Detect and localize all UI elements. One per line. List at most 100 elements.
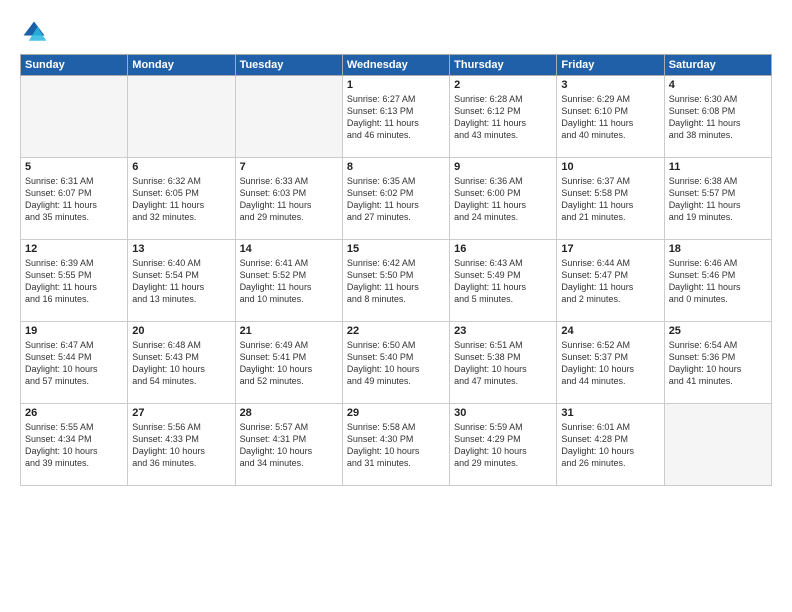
- cell-info: Sunrise: 6:29 AM Sunset: 6:10 PM Dayligh…: [561, 93, 659, 142]
- day-number: 12: [25, 243, 123, 255]
- cell-info: Sunrise: 6:38 AM Sunset: 5:57 PM Dayligh…: [669, 175, 767, 224]
- day-number: 10: [561, 161, 659, 173]
- calendar-cell: 30Sunrise: 5:59 AM Sunset: 4:29 PM Dayli…: [450, 404, 557, 486]
- day-number: 14: [240, 243, 338, 255]
- day-number: 11: [669, 161, 767, 173]
- cell-info: Sunrise: 6:35 AM Sunset: 6:02 PM Dayligh…: [347, 175, 445, 224]
- weekday-header-sunday: Sunday: [21, 55, 128, 76]
- calendar-cell: 19 Sunrise: 6:47 AM Sunset: 5:44 PM Dayli…: [21, 322, 128, 404]
- cell-info: Sunrise: 6:50 AM Sunset: 5:40 PM Dayligh…: [347, 339, 445, 388]
- cell-info: Sunrise: 5:59 AM Sunset: 4:29 PM Dayligh…: [454, 421, 552, 470]
- calendar-cell: 6 Sunrise: 6:32 AM Sunset: 6:05 PM Daylig…: [128, 158, 235, 240]
- day-number: 24: [561, 325, 659, 337]
- page: SundayMondayTuesdayWednesdayThursdayFrid…: [0, 0, 792, 612]
- calendar-cell: 23 Sunrise: 6:51 AM Sunset: 5:38 PM Dayli…: [450, 322, 557, 404]
- day-number: 23: [454, 325, 552, 337]
- weekday-header-monday: Monday: [128, 55, 235, 76]
- calendar-cell: 22 Sunrise: 6:50 AM Sunset: 5:40 PM Dayli…: [342, 322, 449, 404]
- calendar-cell: 20 Sunrise: 6:48 AM Sunset: 5:43 PM Dayli…: [128, 322, 235, 404]
- cell-info: Sunrise: 6:54 AM Sunset: 5:36 PM Dayligh…: [669, 339, 767, 388]
- cell-info: Sunrise: 6:39 AM Sunset: 5:55 PM Dayligh…: [25, 257, 123, 306]
- cell-info: Sunrise: 6:28 AM Sunset: 6:12 PM Dayligh…: [454, 93, 552, 142]
- cell-info: Sunrise: 6:33 AM Sunset: 6:03 PM Dayligh…: [240, 175, 338, 224]
- cell-info: Sunrise: 5:56 AM Sunset: 4:33 PM Dayligh…: [132, 421, 230, 470]
- day-number: 4: [669, 79, 767, 91]
- cell-info: Sunrise: 6:32 AM Sunset: 6:05 PM Dayligh…: [132, 175, 230, 224]
- calendar-cell: 1 Sunrise: 6:27 AM Sunset: 6:13 PM Daylig…: [342, 76, 449, 158]
- cell-info: Sunrise: 6:52 AM Sunset: 5:37 PM Dayligh…: [561, 339, 659, 388]
- calendar-cell: 25 Sunrise: 6:54 AM Sunset: 5:36 PM Dayli…: [664, 322, 771, 404]
- cell-info: Sunrise: 6:37 AM Sunset: 5:58 PM Dayligh…: [561, 175, 659, 224]
- cell-info: Sunrise: 6:48 AM Sunset: 5:43 PM Dayligh…: [132, 339, 230, 388]
- logo-icon: [20, 18, 48, 46]
- cell-info: Sunrise: 6:42 AM Sunset: 5:50 PM Dayligh…: [347, 257, 445, 306]
- calendar-cell: 11 Sunrise: 6:38 AM Sunset: 5:57 PM Dayli…: [664, 158, 771, 240]
- day-number: 27: [132, 407, 230, 419]
- calendar-cell: [21, 76, 128, 158]
- calendar-cell: 10 Sunrise: 6:37 AM Sunset: 5:58 PM Dayli…: [557, 158, 664, 240]
- calendar-table: SundayMondayTuesdayWednesdayThursdayFrid…: [20, 54, 772, 486]
- weekday-header-tuesday: Tuesday: [235, 55, 342, 76]
- week-row-0: 1 Sunrise: 6:27 AM Sunset: 6:13 PM Daylig…: [21, 76, 772, 158]
- cell-info: Sunrise: 6:51 AM Sunset: 5:38 PM Dayligh…: [454, 339, 552, 388]
- calendar-cell: 15 Sunrise: 6:42 AM Sunset: 5:50 PM Dayli…: [342, 240, 449, 322]
- week-row-3: 19 Sunrise: 6:47 AM Sunset: 5:44 PM Dayli…: [21, 322, 772, 404]
- header: [20, 18, 772, 46]
- calendar-cell: [235, 76, 342, 158]
- week-row-4: 26 Sunrise: 5:55 AM Sunset: 4:34 PM Dayli…: [21, 404, 772, 486]
- week-row-2: 12 Sunrise: 6:39 AM Sunset: 5:55 PM Dayli…: [21, 240, 772, 322]
- day-number: 5: [25, 161, 123, 173]
- cell-info: Sunrise: 6:43 AM Sunset: 5:49 PM Dayligh…: [454, 257, 552, 306]
- cell-info: Sunrise: 6:41 AM Sunset: 5:52 PM Dayligh…: [240, 257, 338, 306]
- day-number: 2: [454, 79, 552, 91]
- day-number: 29: [347, 407, 445, 419]
- day-number: 7: [240, 161, 338, 173]
- weekday-header-row: SundayMondayTuesdayWednesdayThursdayFrid…: [21, 55, 772, 76]
- cell-info: Sunrise: 5:55 AM Sunset: 4:34 PM Dayligh…: [25, 421, 123, 470]
- day-number: 22: [347, 325, 445, 337]
- day-number: 17: [561, 243, 659, 255]
- calendar-cell: 18Sunrise: 6:46 AM Sunset: 5:46 PM Dayli…: [664, 240, 771, 322]
- weekday-header-saturday: Saturday: [664, 55, 771, 76]
- cell-info: Sunrise: 6:27 AM Sunset: 6:13 PM Dayligh…: [347, 93, 445, 142]
- calendar-cell: 16 Sunrise: 6:43 AM Sunset: 5:49 PM Dayli…: [450, 240, 557, 322]
- calendar-cell: 26 Sunrise: 5:55 AM Sunset: 4:34 PM Dayli…: [21, 404, 128, 486]
- calendar-cell: 8Sunrise: 6:35 AM Sunset: 6:02 PM Daylig…: [342, 158, 449, 240]
- day-number: 6: [132, 161, 230, 173]
- calendar-cell: 2 Sunrise: 6:28 AM Sunset: 6:12 PM Daylig…: [450, 76, 557, 158]
- day-number: 20: [132, 325, 230, 337]
- calendar-cell: 12 Sunrise: 6:39 AM Sunset: 5:55 PM Dayli…: [21, 240, 128, 322]
- cell-info: Sunrise: 5:57 AM Sunset: 4:31 PM Dayligh…: [240, 421, 338, 470]
- day-number: 16: [454, 243, 552, 255]
- cell-info: Sunrise: 6:49 AM Sunset: 5:41 PM Dayligh…: [240, 339, 338, 388]
- day-number: 21: [240, 325, 338, 337]
- day-number: 28: [240, 407, 338, 419]
- calendar-cell: 17 Sunrise: 6:44 AM Sunset: 5:47 PM Dayli…: [557, 240, 664, 322]
- calendar-cell: 28 Sunrise: 5:57 AM Sunset: 4:31 PM Dayli…: [235, 404, 342, 486]
- cell-info: Sunrise: 6:44 AM Sunset: 5:47 PM Dayligh…: [561, 257, 659, 306]
- day-number: 19: [25, 325, 123, 337]
- cell-info: Sunrise: 6:30 AM Sunset: 6:08 PM Dayligh…: [669, 93, 767, 142]
- day-number: 15: [347, 243, 445, 255]
- cell-info: Sunrise: 5:58 AM Sunset: 4:30 PM Dayligh…: [347, 421, 445, 470]
- cell-info: Sunrise: 6:40 AM Sunset: 5:54 PM Dayligh…: [132, 257, 230, 306]
- calendar-cell: 4 Sunrise: 6:30 AM Sunset: 6:08 PM Daylig…: [664, 76, 771, 158]
- cell-info: Sunrise: 6:47 AM Sunset: 5:44 PM Dayligh…: [25, 339, 123, 388]
- calendar-cell: [128, 76, 235, 158]
- day-number: 25: [669, 325, 767, 337]
- cell-info: Sunrise: 6:01 AM Sunset: 4:28 PM Dayligh…: [561, 421, 659, 470]
- calendar-cell: 14 Sunrise: 6:41 AM Sunset: 5:52 PM Dayli…: [235, 240, 342, 322]
- calendar-cell: 21 Sunrise: 6:49 AM Sunset: 5:41 PM Dayli…: [235, 322, 342, 404]
- calendar-cell: 9Sunrise: 6:36 AM Sunset: 6:00 PM Daylig…: [450, 158, 557, 240]
- weekday-header-wednesday: Wednesday: [342, 55, 449, 76]
- calendar-cell: 7 Sunrise: 6:33 AM Sunset: 6:03 PM Daylig…: [235, 158, 342, 240]
- calendar-cell: 24 Sunrise: 6:52 AM Sunset: 5:37 PM Dayli…: [557, 322, 664, 404]
- weekday-header-thursday: Thursday: [450, 55, 557, 76]
- day-number: 18: [669, 243, 767, 255]
- day-number: 9: [454, 161, 552, 173]
- calendar-cell: 13 Sunrise: 6:40 AM Sunset: 5:54 PM Dayli…: [128, 240, 235, 322]
- day-number: 1: [347, 79, 445, 91]
- day-number: 13: [132, 243, 230, 255]
- day-number: 26: [25, 407, 123, 419]
- weekday-header-friday: Friday: [557, 55, 664, 76]
